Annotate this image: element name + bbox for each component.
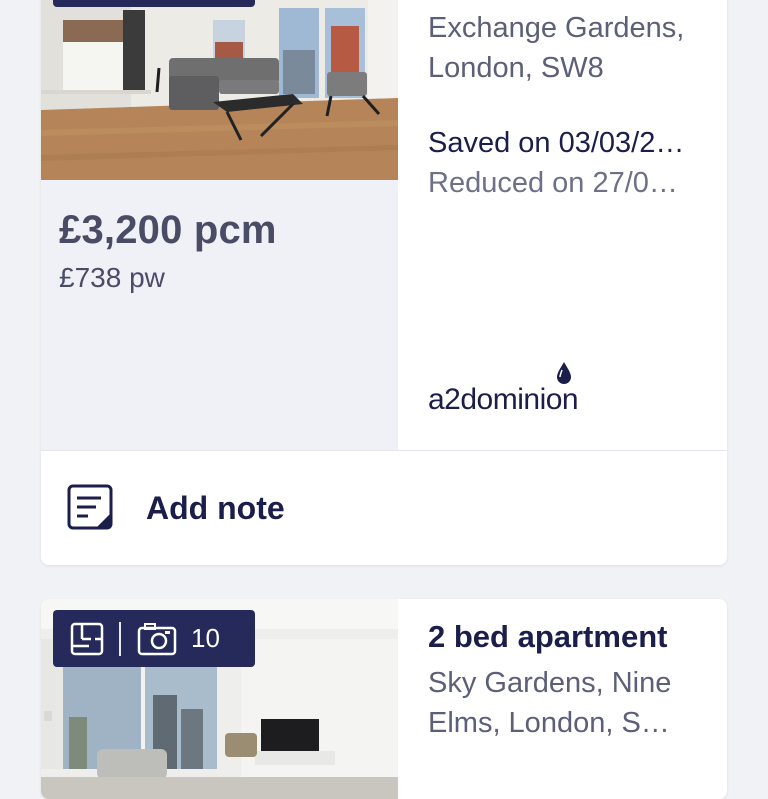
saved-date: Saved on 03/03/2… xyxy=(428,127,685,159)
listing-summary: £3,200 pcm £738 pw xyxy=(41,0,398,450)
listing-summary: 10 xyxy=(41,599,398,799)
listing-photo[interactable]: 10 xyxy=(41,599,398,799)
floorplan-icon xyxy=(69,621,105,657)
listing-title: 2 bed apartment xyxy=(428,619,668,654)
price-monthly: £3,200 pcm xyxy=(59,208,277,252)
camera-icon xyxy=(137,622,177,656)
listing-address: Exchange Gardens, London, SW8 xyxy=(428,12,685,84)
listing-card[interactable]: 10 2 bed apartment Sky Gardens, Nine Elm… xyxy=(41,599,727,799)
add-note-button[interactable]: Add note xyxy=(41,451,727,565)
photo-count: 10 xyxy=(191,623,220,653)
price-weekly: £738 pw xyxy=(59,262,165,293)
reduced-date: Reduced on 27/0… xyxy=(428,167,678,199)
listing-address: Sky Gardens, Nine Elms, London, S… xyxy=(428,667,672,739)
listing-card[interactable]: £3,200 pcm £738 pw Exchange Gardens, Lon… xyxy=(41,0,727,565)
living-room-photo xyxy=(41,0,398,180)
media-badge xyxy=(53,0,255,7)
add-note-label: Add note xyxy=(146,489,285,526)
note-icon xyxy=(66,483,116,533)
badge-divider xyxy=(119,621,121,656)
agent-logo[interactable]: a2dominion xyxy=(428,362,579,417)
listing-photo[interactable] xyxy=(41,0,398,180)
water-drop-logo-icon xyxy=(554,361,574,390)
media-badge: 10 xyxy=(53,610,255,667)
